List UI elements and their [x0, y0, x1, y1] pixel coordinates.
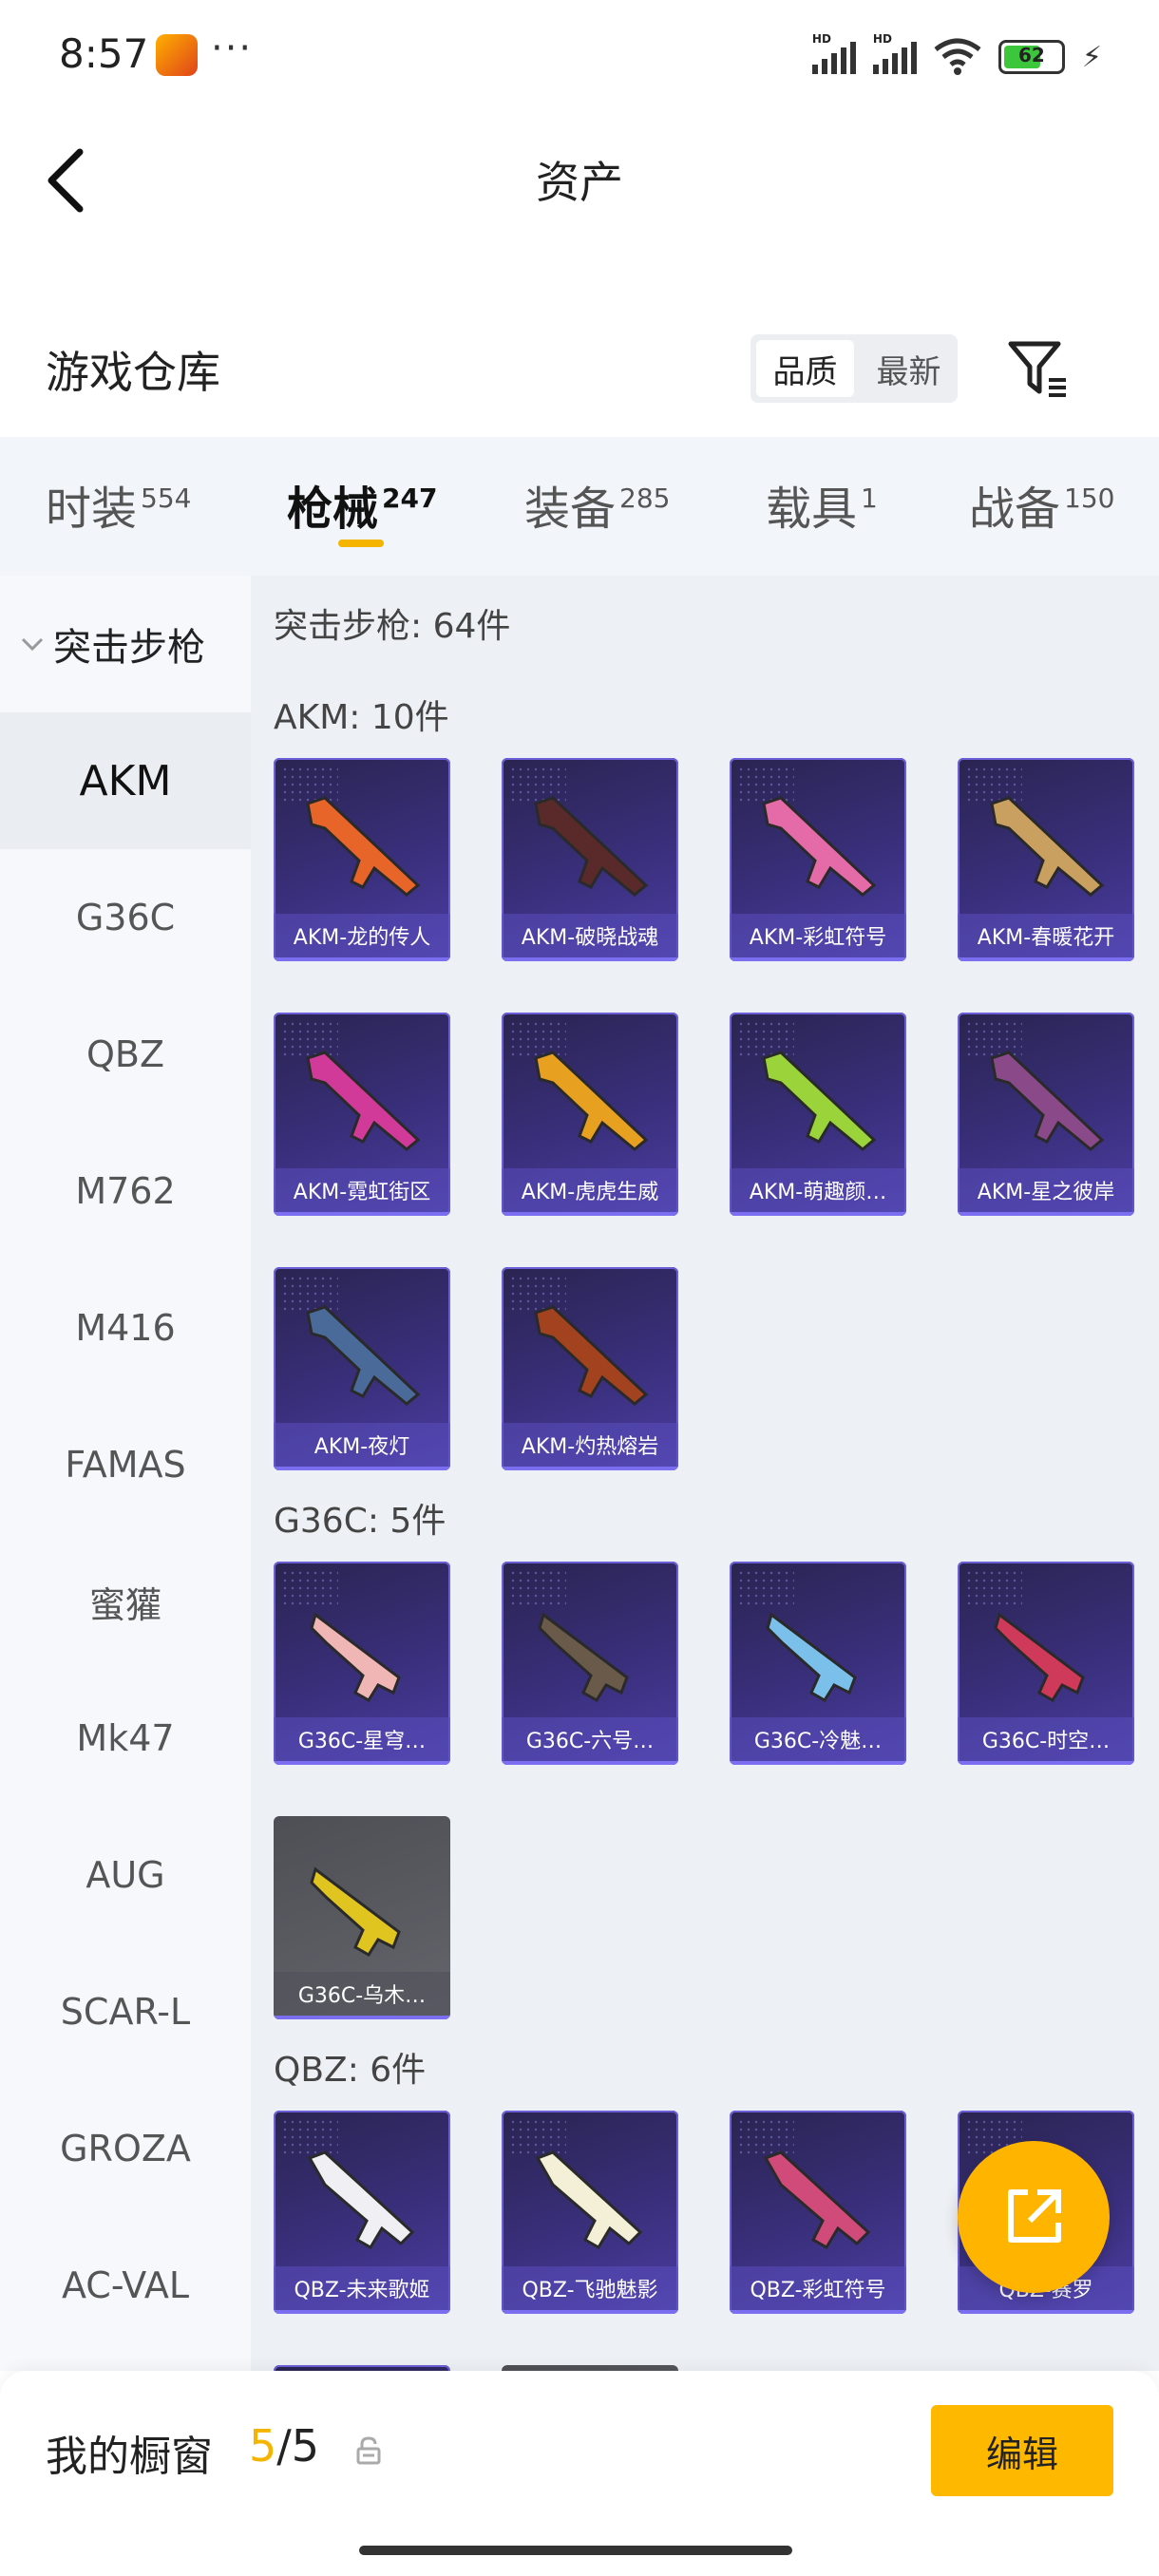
sidebar-item-akm[interactable]: AKM — [0, 712, 251, 849]
chevron-down-icon — [21, 637, 44, 652]
weapon-card[interactable]: AKM-星之彼岸 — [958, 1013, 1134, 1216]
rifle-icon — [306, 796, 421, 897]
rifle-icon — [310, 1612, 401, 1703]
sidebar-item-ac-val[interactable]: AC-VAL — [0, 2217, 251, 2354]
status-time: 8:57 — [59, 30, 149, 77]
rifle-icon — [762, 796, 877, 897]
weapon-card[interactable]: G36C-时空… — [958, 1562, 1134, 1765]
edit-button[interactable]: 编辑 — [931, 2405, 1113, 2496]
rifle-icon — [994, 1612, 1085, 1703]
tab-guns[interactable]: 枪械 247 — [287, 471, 437, 538]
category-tabs: 时装 554 枪械 247 装备 285 载具 1 战备 150 — [0, 437, 1159, 576]
sort-quality-button[interactable]: 品质 — [756, 340, 854, 397]
sidebar-item-scar-l[interactable]: SCAR-L — [0, 1943, 251, 2080]
rifle-icon — [307, 2150, 415, 2250]
weapon-list: 突击步枪: 64件 AKM: 10件 AKM-龙的传人 AKM-破晓战魂 AKM… — [251, 576, 1159, 2371]
more-notifications-icon: ··· — [211, 27, 254, 70]
app-notification-icon — [156, 34, 198, 76]
sidebar-item-g36c[interactable]: G36C — [0, 849, 251, 986]
sidebar-item-m416[interactable]: M416 — [0, 1260, 251, 1396]
lock-icon — [356, 2436, 381, 2465]
weapon-card[interactable]: QBZ-飞驰魅影 — [502, 2111, 678, 2314]
rifle-icon — [766, 1612, 857, 1703]
weapon-card[interactable]: AKM-萌趣颜… — [730, 1013, 906, 1216]
group-title-qbz: QBZ: 6件 — [274, 2051, 427, 2090]
warehouse-title: 游戏仓库 — [46, 347, 220, 398]
sidebar-item-famas[interactable]: FAMAS — [0, 1396, 251, 1533]
rifle-icon — [762, 1051, 877, 1151]
weapon-card[interactable]: G36C-冷魅… — [730, 1562, 906, 1765]
tab-fashion[interactable]: 时装 554 — [46, 471, 191, 538]
weapon-card[interactable]: G36C-六号… — [502, 1562, 678, 1765]
sidebar-item-groza[interactable]: GROZA — [0, 2080, 251, 2217]
group-title-akm: AKM: 10件 — [274, 698, 449, 737]
sidebar-item-aug[interactable]: AUG — [0, 1807, 251, 1943]
rifle-icon — [310, 1866, 401, 1958]
weapon-card[interactable]: AKM-虎虎生威 — [502, 1013, 678, 1216]
share-button[interactable] — [958, 2141, 1110, 2293]
weapon-card[interactable]: AKM-霓虹街区 — [274, 1013, 450, 1216]
weapon-card[interactable]: G36C-星穹… — [274, 1562, 450, 1765]
signal-icon: HD — [811, 32, 856, 74]
weapon-card[interactable]: AKM-龙的传人 — [274, 758, 450, 961]
sidebar-item-mk47[interactable]: Mk47 — [0, 1670, 251, 1807]
showcase-count: 5/5 — [249, 2420, 320, 2472]
weapon-card[interactable]: AKM-破晓战魂 — [502, 758, 678, 961]
weapon-card[interactable]: AKM-彩虹符号 — [730, 758, 906, 961]
page-title: 资产 — [536, 157, 623, 208]
rifle-icon — [534, 1051, 649, 1151]
rifle-icon — [990, 796, 1105, 897]
rifle-icon — [535, 2150, 643, 2250]
signal-icon-2: HD — [872, 32, 917, 74]
sidebar-item-qbz[interactable]: QBZ — [0, 986, 251, 1123]
share-icon — [1008, 2189, 1061, 2243]
weapon-card[interactable]: QBZ-彩虹符号 — [730, 2111, 906, 2314]
status-bar: 8:57 ··· HD HD 62 ⚡ — [0, 0, 1159, 114]
battery-icon: 62 — [998, 40, 1065, 74]
tab-equipment[interactable]: 装备 285 — [524, 471, 670, 538]
rifle-icon — [306, 1051, 421, 1151]
rifle-icon — [306, 1305, 421, 1406]
rifle-icon — [763, 2150, 871, 2250]
rifle-icon — [534, 796, 649, 897]
rifle-icon — [990, 1051, 1105, 1151]
filter-icon[interactable] — [1007, 338, 1070, 399]
weapon-card[interactable]: QBZ-未来歌姬 — [274, 2111, 450, 2314]
wifi-icon — [934, 38, 981, 75]
weapon-card[interactable]: AKM-灼热熔岩 — [502, 1267, 678, 1470]
weapon-card[interactable]: G36C-乌木… — [274, 1816, 450, 2019]
sort-toggle: 品质 最新 — [750, 334, 958, 403]
tab-vehicles[interactable]: 载具 1 — [766, 471, 878, 538]
weapon-card[interactable]: AKM-夜灯 — [274, 1267, 450, 1470]
sidebar: 突击步枪 AKM G36C QBZ M762 M416 FAMAS 蜜獾 Mk4… — [0, 576, 251, 2371]
sidebar-item-honey-badger[interactable]: 蜜獾 — [0, 1533, 251, 1670]
section-title: 突击步枪: 64件 — [274, 607, 511, 646]
group-title-g36c: G36C: 5件 — [274, 1502, 446, 1541]
showcase-label: 我的橱窗 — [46, 2433, 213, 2481]
sidebar-category-assault-rifle[interactable]: 突击步枪 — [0, 576, 251, 712]
active-tab-indicator — [338, 540, 384, 547]
sidebar-item-m762[interactable]: M762 — [0, 1123, 251, 1260]
rifle-icon — [538, 1612, 629, 1703]
charging-icon: ⚡ — [1081, 40, 1102, 74]
weapon-card[interactable]: AKM-春暖花开 — [958, 758, 1134, 961]
rifle-icon — [534, 1305, 649, 1406]
home-indicator[interactable] — [359, 2546, 792, 2555]
sort-newest-button[interactable]: 最新 — [860, 334, 958, 403]
tab-supplies[interactable]: 战备 150 — [969, 471, 1114, 538]
